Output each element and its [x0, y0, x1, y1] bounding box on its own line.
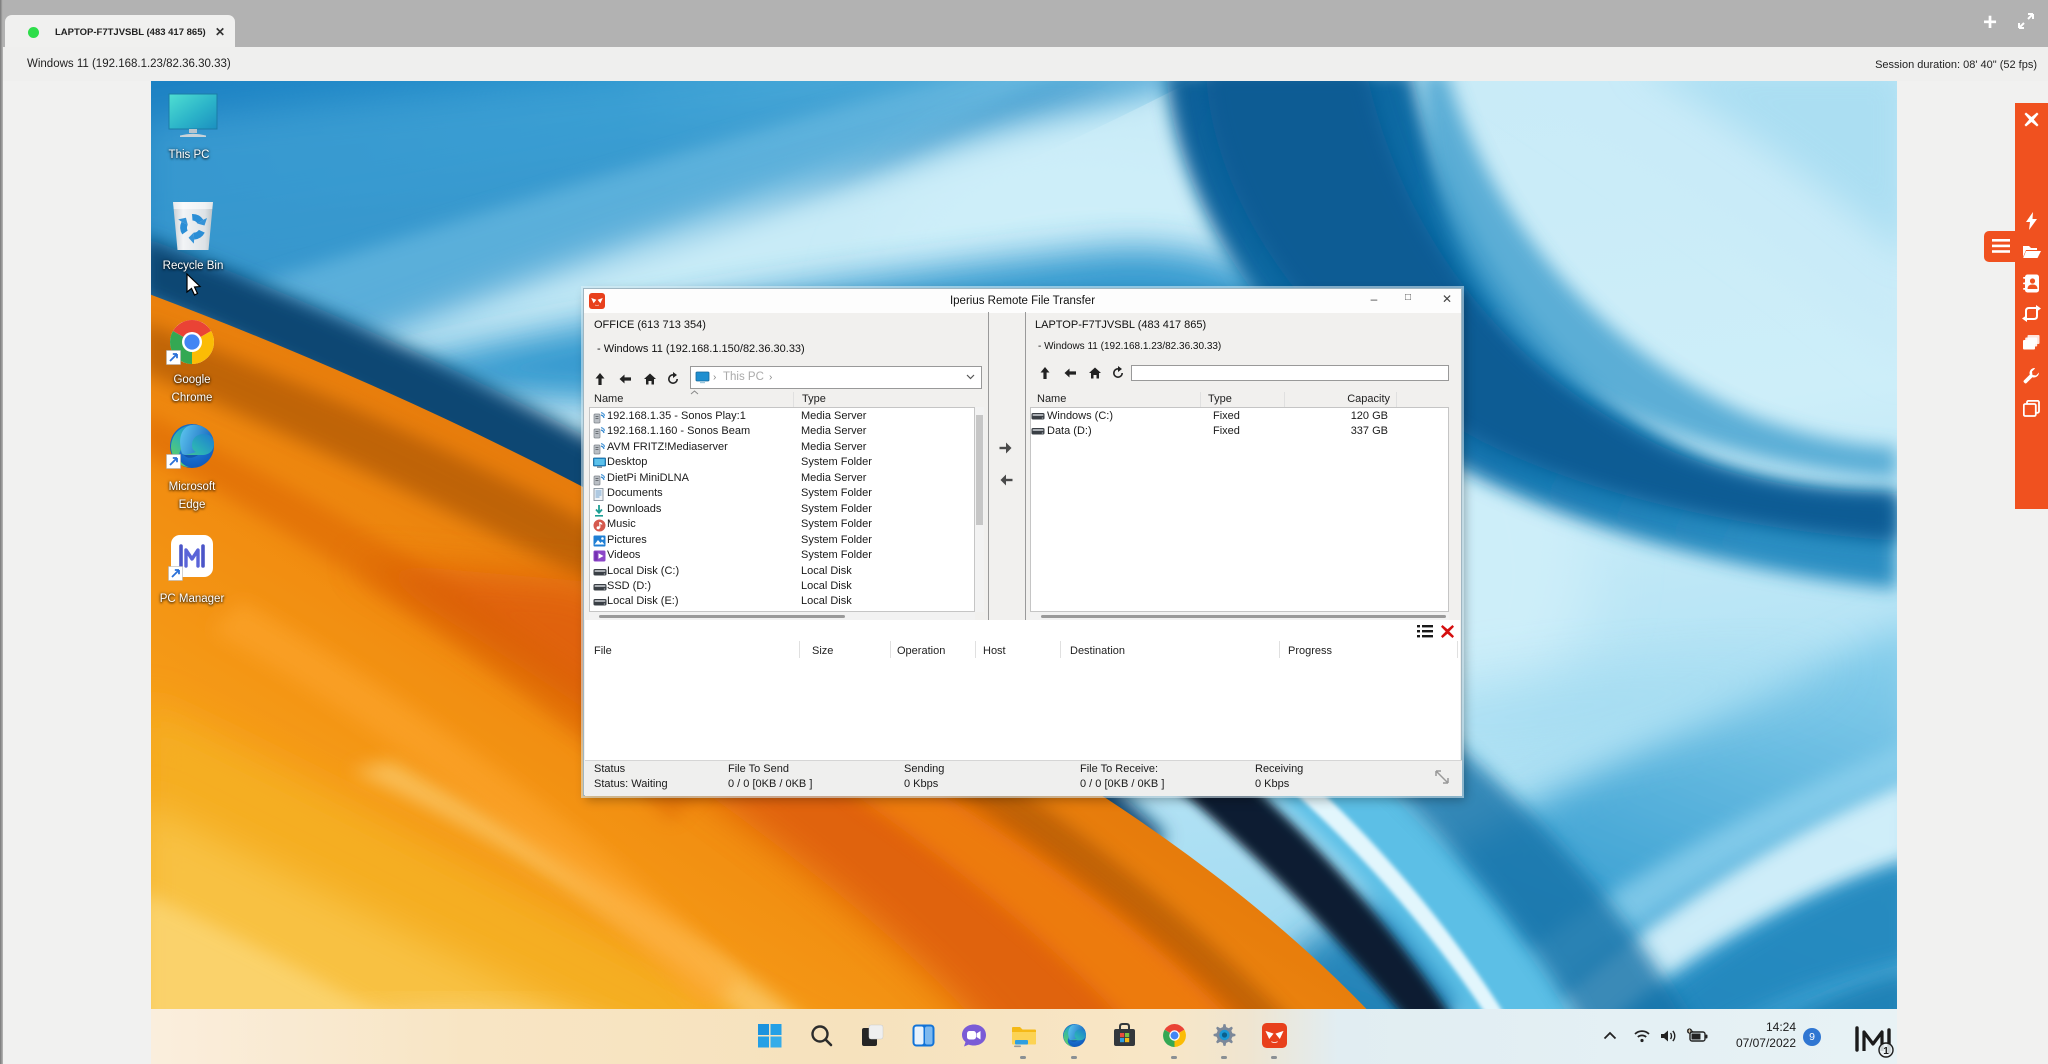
svg-text:1: 1: [1883, 1046, 1889, 1057]
